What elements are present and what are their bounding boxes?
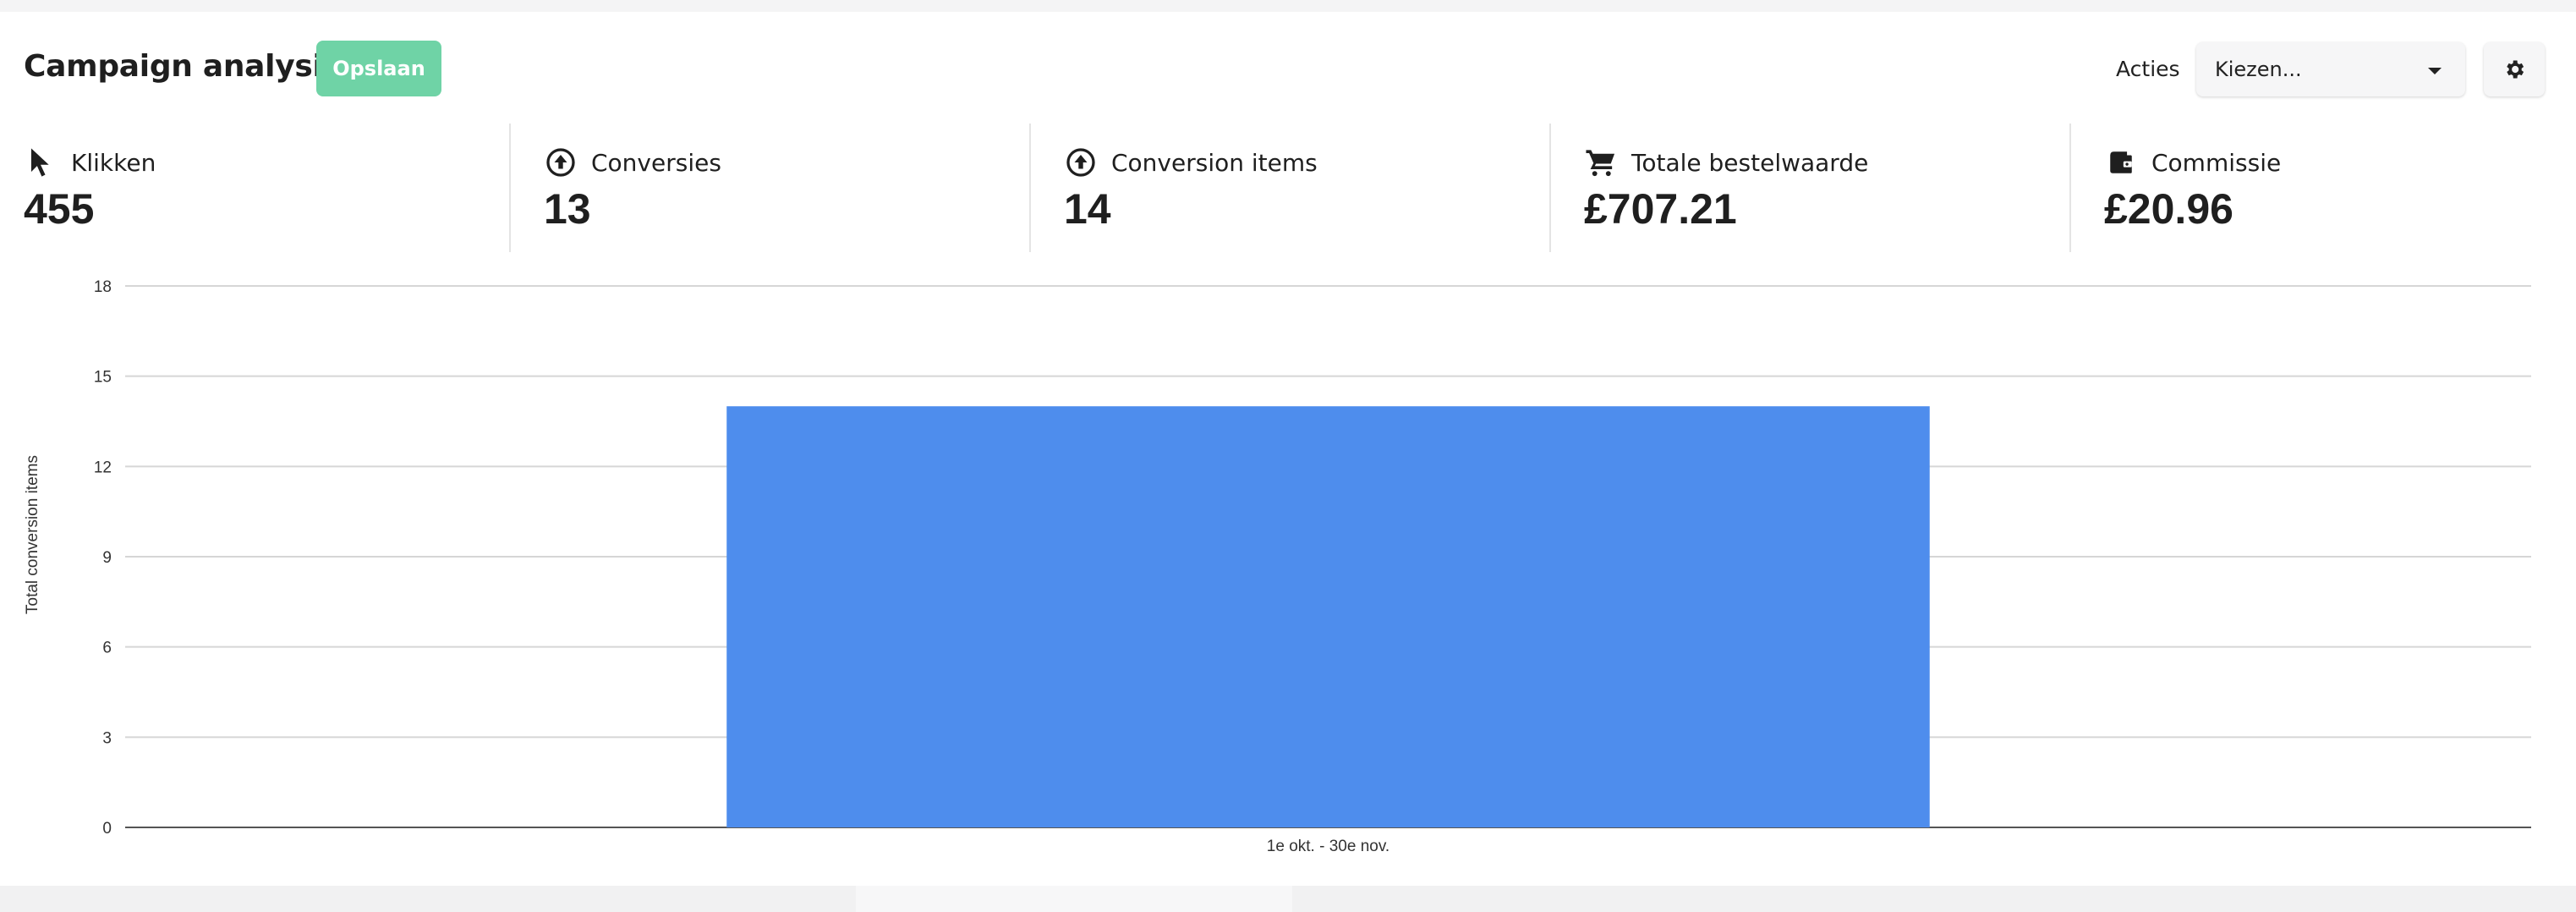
kpi-label: Conversion items bbox=[1111, 148, 1318, 177]
actions-select-value: Kiezen... bbox=[2215, 58, 2302, 81]
kpi-divider bbox=[1549, 124, 1551, 252]
arrow-up-circle-icon bbox=[1064, 146, 1098, 179]
wallet-icon bbox=[2104, 146, 2138, 179]
bar[interactable] bbox=[726, 406, 1930, 827]
x-tick-label: 1e okt. - 30e nov. bbox=[1267, 838, 1389, 855]
kpi-divider bbox=[1029, 124, 1031, 252]
y-tick-label: 12 bbox=[94, 459, 112, 476]
gear-icon bbox=[2507, 60, 2524, 79]
bottom-strip bbox=[0, 886, 2576, 912]
kpi-conversion-items: Conversion items 14 bbox=[1064, 124, 1546, 254]
cursor-icon bbox=[24, 146, 58, 179]
y-tick-label: 18 bbox=[94, 278, 112, 296]
kpi-label: Totale bestelwaarde bbox=[1631, 148, 1869, 177]
kpi-value: £20.96 bbox=[2104, 185, 2233, 233]
y-tick-label: 6 bbox=[102, 640, 112, 657]
kpi-value: £707.21 bbox=[1584, 185, 1737, 233]
save-button[interactable]: Opslaan bbox=[316, 41, 441, 96]
x-axis-labels: 1e okt. - 30e nov. bbox=[1267, 838, 1389, 855]
kpi-commissie: Commissie £20.96 bbox=[2104, 124, 2561, 254]
kpi-value: 14 bbox=[1064, 185, 1111, 233]
top-strip bbox=[0, 0, 2576, 12]
kpi-klikken: Klikken 455 bbox=[24, 124, 506, 254]
arrow-up-circle-icon bbox=[544, 146, 578, 179]
kpi-label: Conversies bbox=[591, 148, 721, 177]
y-tick-label: 9 bbox=[102, 549, 112, 567]
actions-select[interactable]: Kiezen... bbox=[2196, 42, 2465, 96]
y-axis-label: Total conversion items bbox=[24, 455, 41, 614]
actions-label: Acties bbox=[2116, 57, 2180, 81]
kpi-label: Klikken bbox=[71, 148, 156, 177]
y-tick-label: 15 bbox=[94, 369, 112, 387]
chevron-down-icon bbox=[2428, 68, 2442, 74]
kpi-divider bbox=[2069, 124, 2071, 252]
cart-icon bbox=[1584, 146, 1618, 179]
settings-button[interactable] bbox=[2484, 42, 2545, 96]
kpi-value: 455 bbox=[24, 185, 95, 233]
kpi-conversies: Conversies 13 bbox=[544, 124, 1026, 254]
y-axis-ticks: 0 3 6 9 12 15 18 bbox=[94, 278, 112, 838]
y-tick-label: 0 bbox=[102, 820, 112, 838]
kpi-divider bbox=[509, 124, 511, 252]
chart-bars bbox=[726, 406, 1930, 827]
page-title: Campaign analysis bbox=[24, 49, 341, 84]
conversion-items-chart: 0 3 6 9 12 15 18 1e okt. - 30e nov. Total conv… bbox=[24, 278, 2531, 855]
kpi-label: Commissie bbox=[2151, 148, 2282, 177]
kpi-totale-bestelwaarde: Totale bestelwaarde £707.21 bbox=[1584, 124, 2066, 254]
y-tick-label: 3 bbox=[102, 729, 112, 747]
bottom-strip-segment bbox=[856, 886, 1292, 912]
kpi-value: 13 bbox=[544, 185, 591, 233]
